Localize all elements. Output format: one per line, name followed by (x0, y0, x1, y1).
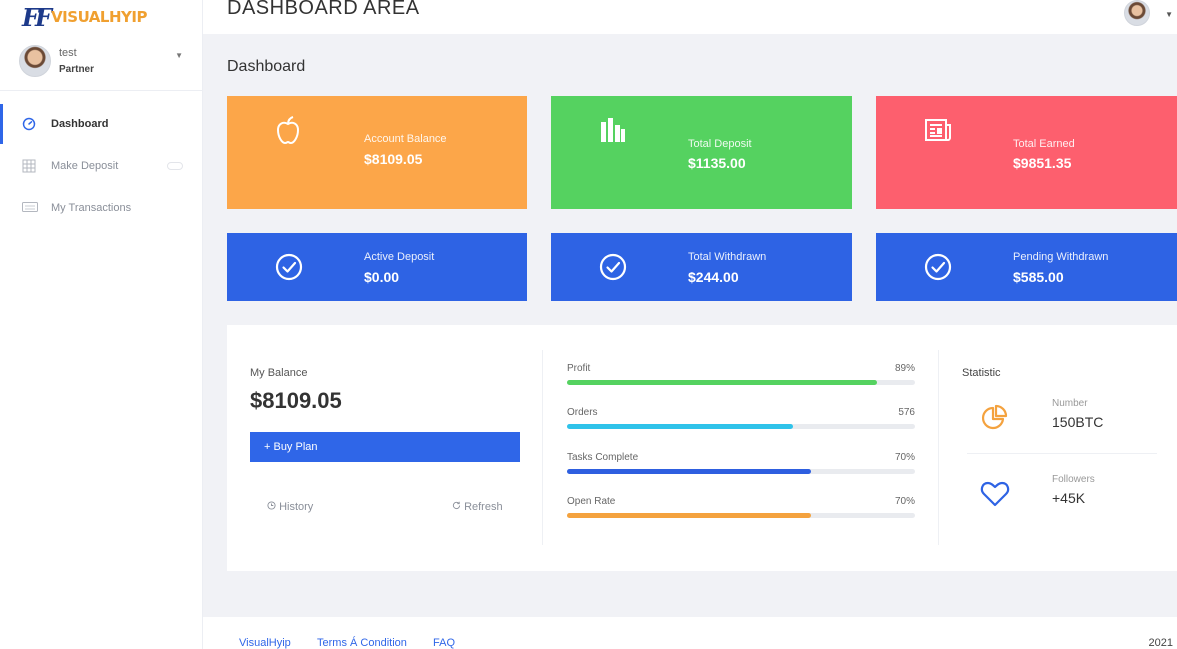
user-info: test Partner (59, 47, 94, 75)
stat-label: Followers (1052, 474, 1095, 485)
buy-plan-button[interactable]: + Buy Plan (250, 432, 520, 462)
progress-value: 89% (894, 363, 915, 374)
grid-icon (22, 159, 36, 173)
card-label: Total Withdrawn (688, 251, 767, 263)
header: DASHBOARD AREA ▼ (203, 0, 1177, 34)
sidebar-item-my-transactions[interactable]: My Transactions (0, 188, 203, 228)
balance-title: My Balance (250, 367, 308, 379)
footer-link-terms[interactable]: Terms Á Condition (317, 637, 407, 649)
apple-icon (275, 115, 301, 150)
progress-value: 576 (898, 407, 915, 418)
footer-link-faq[interactable]: FAQ (433, 637, 455, 649)
newspaper-icon (924, 118, 952, 147)
progress-label: Orders (567, 407, 598, 418)
avatar[interactable] (1124, 0, 1150, 26)
sidebar-item-label: Dashboard (51, 118, 109, 130)
user-menu[interactable]: test Partner ▼ (19, 41, 189, 81)
divider (967, 453, 1157, 454)
card-total-withdrawn: Total Withdrawn $244.00 (551, 233, 852, 301)
history-button[interactable]: History (267, 501, 313, 513)
footer: VisualHyip Terms Á Condition FAQ 2021 (203, 617, 1177, 649)
check-circle-icon (275, 253, 303, 286)
card-label: Total Earned (1013, 138, 1075, 150)
check-circle-icon (599, 253, 627, 286)
footer-link-visualhyip[interactable]: VisualHyip (239, 637, 291, 649)
bar-chart-icon (599, 116, 627, 149)
statistic-title: Statistic (962, 367, 1001, 379)
user-name: test (59, 47, 77, 59)
progress-track (567, 380, 915, 385)
gauge-icon (22, 117, 36, 131)
progress-value: 70% (894, 452, 915, 463)
card-label: Account Balance (364, 133, 447, 145)
check-circle-icon (924, 253, 952, 286)
card-value: $244.00 (688, 269, 739, 285)
heart-icon (980, 480, 1010, 513)
progress-track (567, 424, 915, 429)
progress-track (567, 469, 915, 474)
chevron-down-icon[interactable]: ▼ (1165, 10, 1173, 19)
progress-fill (567, 380, 877, 385)
card-total-earned: Total Earned $9851.35 (876, 96, 1177, 209)
balance-value: $8109.05 (250, 388, 342, 413)
progress-label: Tasks Complete (567, 452, 639, 463)
progress-label: Open Rate (567, 496, 616, 507)
card-value: $8109.05 (364, 151, 423, 167)
card-value: $585.00 (1013, 269, 1064, 285)
progress-fill (567, 469, 811, 474)
avatar (19, 45, 51, 77)
clock-icon (267, 501, 279, 513)
card-total-deposit: Total Deposit $1135.00 (551, 96, 852, 209)
progress-fill (567, 513, 811, 518)
divider (542, 350, 543, 545)
stat-label: Number (1052, 398, 1088, 409)
balance-panel: My Balance $8109.05 + Buy Plan History R… (227, 325, 1177, 571)
progress-track (567, 513, 915, 518)
card-value: $0.00 (364, 269, 400, 285)
copyright-year: 2021 (1148, 637, 1173, 649)
page-heading: DASHBOARD AREA (227, 0, 420, 19)
sidebar-item-dashboard[interactable]: Dashboard (0, 104, 203, 144)
sidebar-item-label: My Transactions (51, 202, 132, 214)
sidebar-item-label: Make Deposit (51, 160, 119, 172)
card-label: Active Deposit (364, 251, 435, 263)
chevron-down-icon: ▼ (175, 51, 183, 60)
refresh-icon (452, 501, 464, 513)
progress-label: Profit (567, 363, 591, 374)
card-pending-withdrawn: Pending Withdrawn $585.00 (876, 233, 1177, 301)
card-active-deposit: Active Deposit $0.00 (227, 233, 527, 301)
card-value: $9851.35 (1013, 155, 1072, 171)
page-title: Dashboard (227, 58, 306, 75)
logo-text: VISUALHYIP (51, 8, 147, 26)
divider (0, 90, 203, 91)
keyboard-icon (22, 201, 38, 215)
stat-followers: Followers +45K (962, 474, 1152, 524)
logo[interactable]: FF VISUALHYIP (22, 2, 147, 32)
sidebar: FF VISUALHYIP test Partner ▼ Dashboard M… (0, 0, 203, 649)
card-value: $1135.00 (688, 155, 746, 171)
history-label: History (279, 501, 314, 513)
toggle-indicator (167, 162, 183, 170)
refresh-label: Refresh (464, 501, 503, 513)
sidebar-item-make-deposit[interactable]: Make Deposit (0, 146, 203, 186)
progress-fill (567, 424, 794, 429)
divider (938, 350, 939, 545)
stat-number: Number 150BTC (962, 398, 1152, 448)
card-label: Total Deposit (688, 138, 752, 150)
card-account-balance: Account Balance $8109.05 (227, 96, 527, 209)
logo-mark: FF (22, 2, 52, 32)
stat-value: 150BTC (1052, 414, 1104, 430)
progress-value: 70% (894, 496, 915, 507)
card-label: Pending Withdrawn (1013, 251, 1109, 263)
user-role: Partner (59, 64, 95, 75)
refresh-button[interactable]: Refresh (452, 501, 503, 513)
pie-chart-icon (980, 404, 1008, 437)
stat-value: +45K (1052, 490, 1086, 506)
